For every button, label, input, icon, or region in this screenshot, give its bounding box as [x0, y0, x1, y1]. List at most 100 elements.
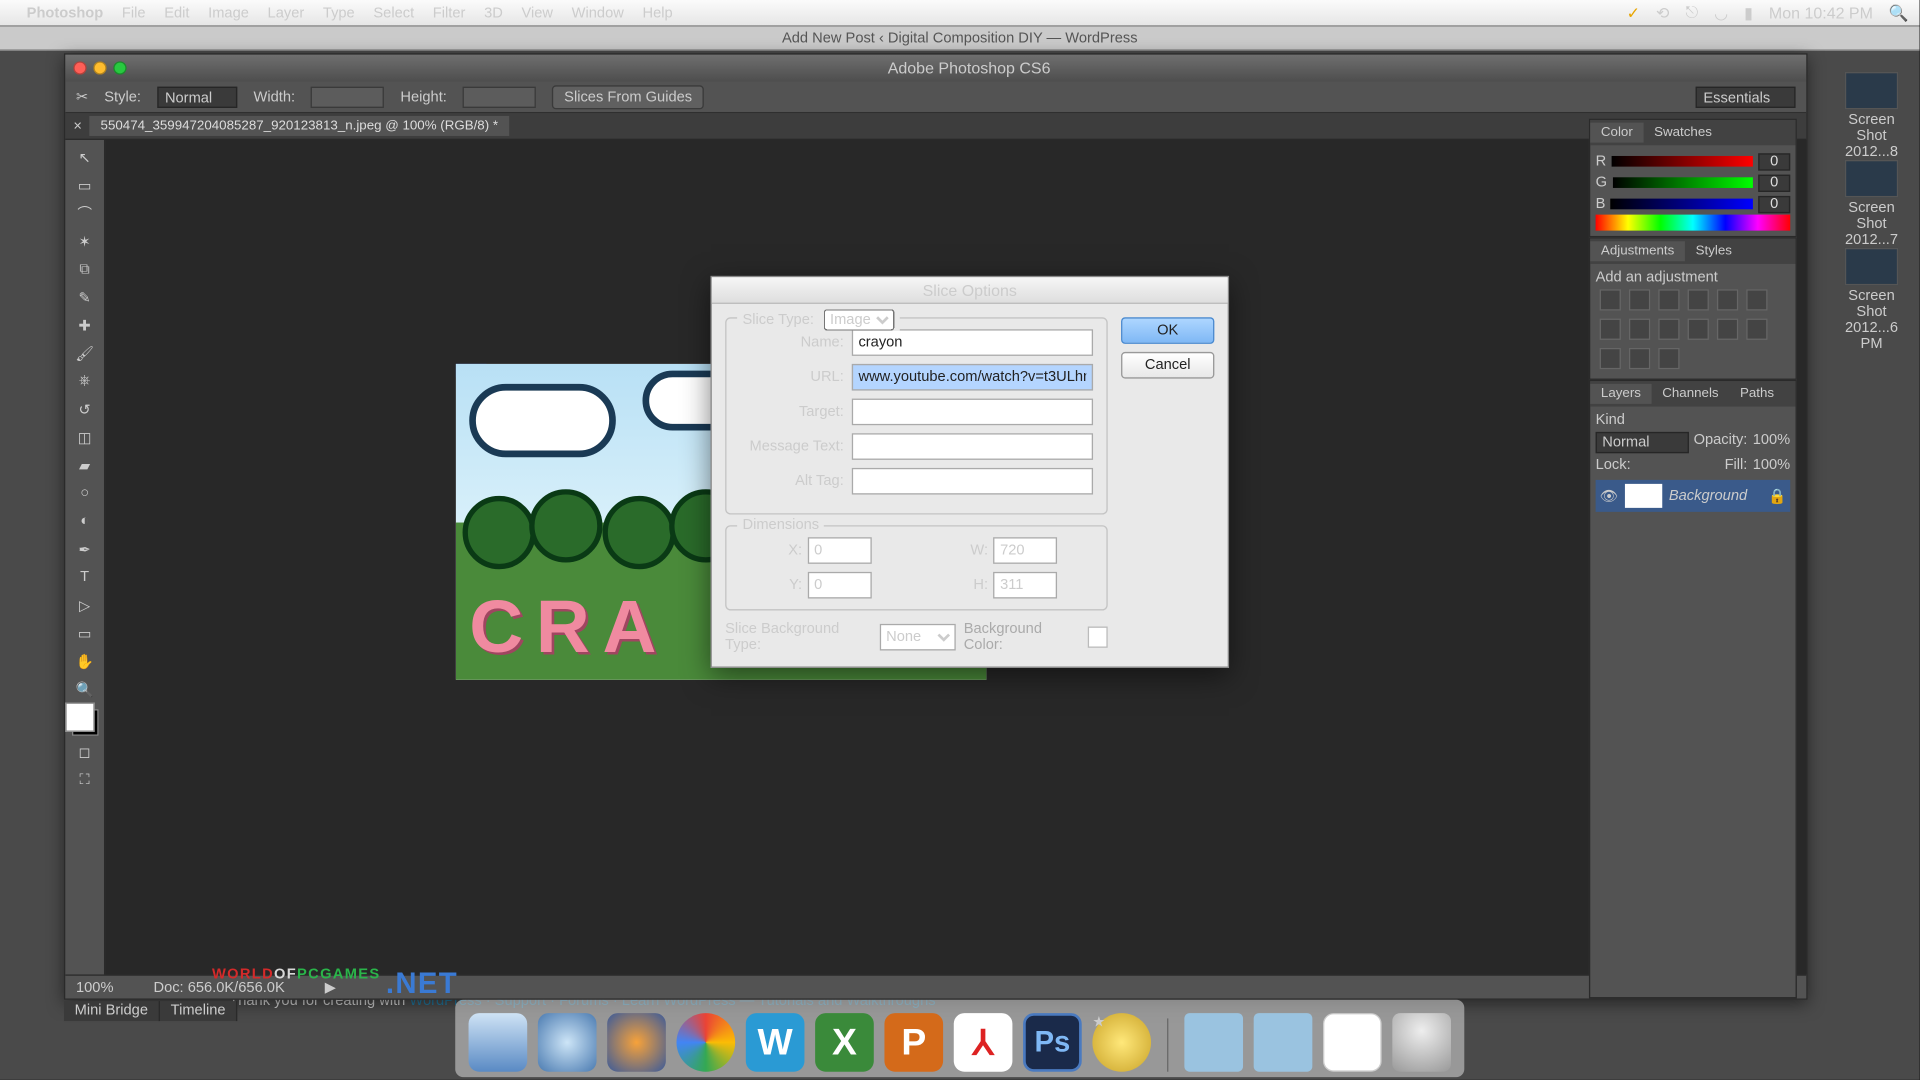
- spotlight-icon[interactable]: 🔍: [1889, 3, 1909, 22]
- close-button[interactable]: [73, 61, 86, 74]
- dock-trash[interactable]: [1392, 1013, 1451, 1072]
- hand-tool-icon[interactable]: ✋: [70, 649, 99, 673]
- wifi-icon[interactable]: ◡: [1714, 3, 1728, 22]
- desktop-thumb-3[interactable]: Screen Shot2012...6 PM: [1842, 248, 1901, 352]
- path-select-tool-icon[interactable]: ▷: [70, 593, 99, 617]
- adj-brightness-icon[interactable]: [1600, 289, 1621, 310]
- fill-value[interactable]: 100%: [1753, 457, 1791, 473]
- opacity-value[interactable]: 100%: [1753, 432, 1791, 453]
- lasso-tool-icon[interactable]: ⌒: [70, 201, 99, 225]
- doc-close-icon[interactable]: ×: [73, 118, 82, 134]
- eraser-tool-icon[interactable]: ◫: [70, 425, 99, 449]
- h-input[interactable]: [993, 572, 1057, 599]
- y-input[interactable]: [807, 572, 871, 599]
- dock-powerpoint[interactable]: P: [884, 1013, 943, 1072]
- bg-color-swatch[interactable]: [1087, 627, 1107, 648]
- eyedropper-tool-icon[interactable]: ✎: [70, 285, 99, 309]
- spectrum-strip[interactable]: [1596, 215, 1791, 231]
- visibility-eye-icon[interactable]: 👁: [1600, 487, 1619, 504]
- dock-folder-2[interactable]: [1254, 1013, 1313, 1072]
- name-input[interactable]: [852, 329, 1093, 356]
- tab-swatches[interactable]: Swatches: [1643, 123, 1722, 143]
- alt-input[interactable]: [852, 468, 1093, 495]
- bg-type-select[interactable]: None: [879, 624, 955, 651]
- history-brush-tool-icon[interactable]: ↺: [70, 397, 99, 421]
- style-select[interactable]: Normal: [157, 86, 238, 107]
- menu-image[interactable]: Image: [208, 5, 249, 21]
- color-swatch[interactable]: [71, 709, 98, 736]
- marquee-tool-icon[interactable]: ▭: [70, 173, 99, 197]
- move-tool-icon[interactable]: ↖: [70, 145, 99, 169]
- tab-layers[interactable]: Layers: [1590, 384, 1651, 404]
- brush-tool-icon[interactable]: 🖌: [70, 341, 99, 365]
- menu-select[interactable]: Select: [373, 5, 414, 21]
- tab-mini-bridge[interactable]: Mini Bridge: [64, 1001, 160, 1021]
- tab-channels[interactable]: Channels: [1652, 384, 1730, 404]
- slice-type-select[interactable]: Image: [823, 309, 894, 330]
- crop-tool-icon[interactable]: ⧉: [70, 257, 99, 281]
- slice-tool-icon[interactable]: ✂: [76, 88, 88, 105]
- wand-tool-icon[interactable]: ✶: [70, 229, 99, 253]
- dock-finder[interactable]: [469, 1013, 528, 1072]
- menu-edit[interactable]: Edit: [164, 5, 189, 21]
- menu-app[interactable]: Photoshop: [27, 5, 104, 21]
- url-input[interactable]: [852, 364, 1093, 391]
- ok-button[interactable]: OK: [1121, 317, 1214, 344]
- dock-acrobat[interactable]: ⅄: [954, 1013, 1013, 1072]
- adj-vibrance-icon[interactable]: [1717, 289, 1738, 310]
- g-slider[interactable]: [1612, 177, 1753, 188]
- menu-3d[interactable]: 3D: [484, 5, 503, 21]
- menu-view[interactable]: View: [521, 5, 553, 21]
- screenmode-icon[interactable]: ⛶: [70, 768, 99, 792]
- dock-photoshop[interactable]: Ps: [1023, 1013, 1082, 1072]
- adj-curves-icon[interactable]: [1658, 289, 1679, 310]
- adj-selective-icon[interactable]: [1658, 348, 1679, 369]
- b-input[interactable]: [1758, 195, 1790, 212]
- quickmask-icon[interactable]: ◻: [70, 740, 99, 764]
- adj-bw-icon[interactable]: [1600, 319, 1621, 340]
- zoom-tool-icon[interactable]: 🔍: [70, 677, 99, 701]
- blend-mode-select[interactable]: Normal: [1596, 432, 1689, 453]
- dock-folder-1[interactable]: [1184, 1013, 1243, 1072]
- dock-chrome[interactable]: [676, 1013, 735, 1072]
- minimize-button[interactable]: [93, 61, 106, 74]
- menu-layer[interactable]: Layer: [268, 5, 305, 21]
- dock-firefox[interactable]: [607, 1013, 666, 1072]
- tab-paths[interactable]: Paths: [1729, 384, 1784, 404]
- dock-safari[interactable]: [538, 1013, 597, 1072]
- menu-file[interactable]: File: [122, 5, 146, 21]
- height-input[interactable]: [463, 86, 536, 107]
- adj-invert-icon[interactable]: [1717, 319, 1738, 340]
- adj-posterize-icon[interactable]: [1746, 319, 1767, 340]
- healing-tool-icon[interactable]: ✚: [70, 313, 99, 337]
- adj-gradientmap-icon[interactable]: [1629, 348, 1650, 369]
- r-slider[interactable]: [1612, 156, 1753, 167]
- time-machine-icon[interactable]: ⟲: [1656, 3, 1669, 22]
- adj-threshold-icon[interactable]: [1600, 348, 1621, 369]
- menubar-clock[interactable]: Mon 10:42 PM: [1769, 3, 1873, 22]
- slices-from-guides-button[interactable]: Slices From Guides: [552, 85, 704, 109]
- blur-tool-icon[interactable]: ○: [70, 481, 99, 505]
- tab-timeline[interactable]: Timeline: [160, 1001, 238, 1021]
- shape-tool-icon[interactable]: ▭: [70, 621, 99, 645]
- pen-tool-icon[interactable]: ✒: [70, 537, 99, 561]
- gradient-tool-icon[interactable]: ▰: [70, 453, 99, 477]
- adj-colorlookup-icon[interactable]: [1688, 319, 1709, 340]
- r-input[interactable]: [1758, 153, 1790, 170]
- tab-styles[interactable]: Styles: [1685, 241, 1743, 261]
- adj-photofilter-icon[interactable]: [1629, 319, 1650, 340]
- tab-adjustments[interactable]: Adjustments: [1590, 241, 1685, 261]
- workspace-select[interactable]: Essentials: [1695, 86, 1795, 107]
- w-input[interactable]: [993, 537, 1057, 564]
- tab-color[interactable]: Color: [1590, 123, 1643, 143]
- menu-filter[interactable]: Filter: [433, 5, 466, 21]
- menu-window[interactable]: Window: [572, 5, 624, 21]
- bluetooth-icon[interactable]: ⎋: [1685, 3, 1698, 23]
- dock-imovie[interactable]: ★: [1092, 1013, 1151, 1072]
- cancel-button[interactable]: Cancel: [1121, 352, 1214, 379]
- dock-word[interactable]: W: [746, 1013, 805, 1072]
- g-input[interactable]: [1758, 174, 1790, 191]
- document-tab[interactable]: 550474_359947204085287_920123813_n.jpeg …: [90, 116, 509, 136]
- dock-textedit[interactable]: [1323, 1013, 1382, 1072]
- layer-row[interactable]: 👁 Background 🔒: [1596, 480, 1791, 512]
